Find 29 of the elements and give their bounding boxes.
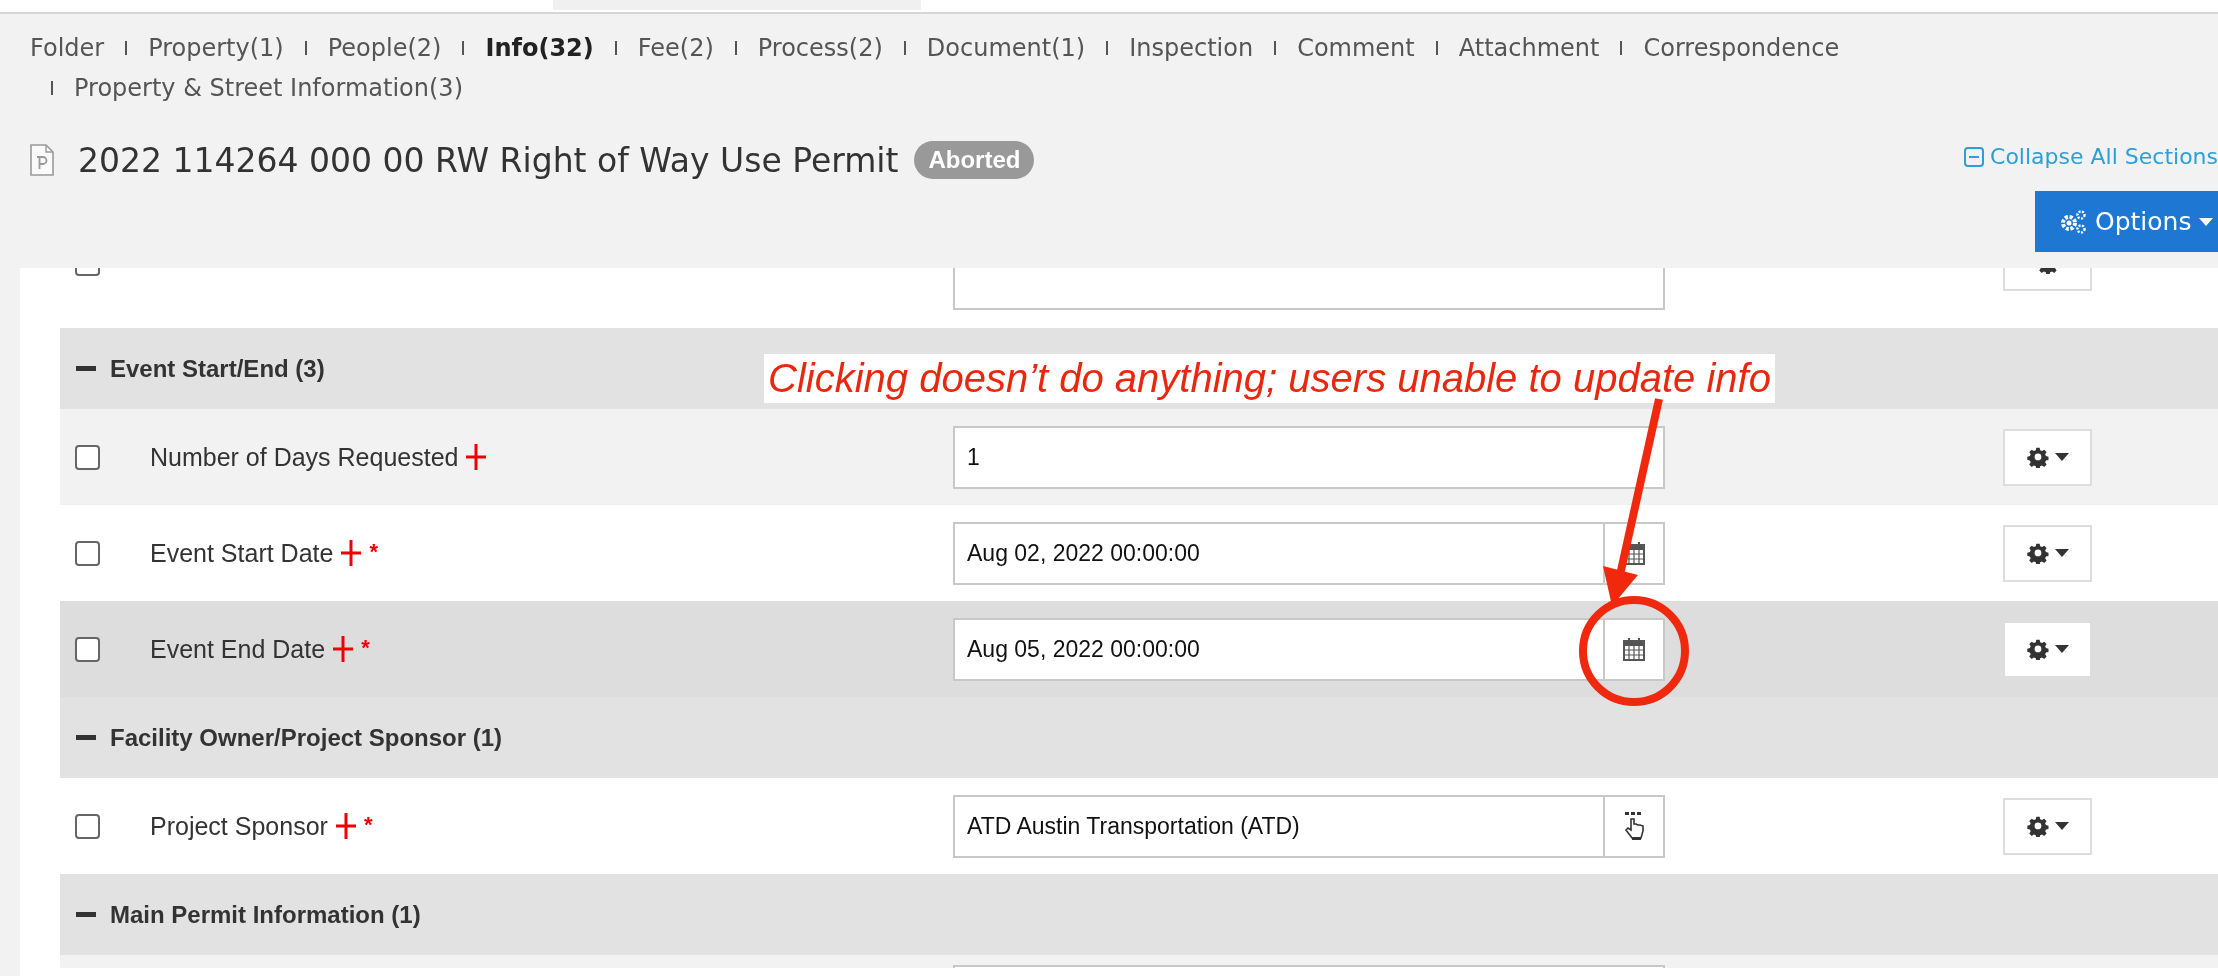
- tab[interactable]: Property & Street Information(3): [74, 72, 463, 104]
- text-input[interactable]: 1: [955, 427, 1663, 487]
- section-title: Facility Owner/Project Sponsor (1): [110, 723, 503, 752]
- field-label: Event End Date: [150, 634, 326, 664]
- tab[interactable]: Property(1): [148, 32, 284, 64]
- section-title: Event Start/End (3): [110, 354, 325, 383]
- required-asterisk: *: [361, 634, 370, 661]
- tab[interactable]: Folder: [30, 32, 105, 64]
- tab[interactable]: Info(32): [485, 32, 594, 64]
- tab[interactable]: Fee(2): [637, 32, 714, 64]
- status-badge: Aborted: [914, 141, 1035, 179]
- field-label: Project Sponsor: [150, 811, 328, 841]
- annotation-note: Clicking doesn’t do anything; users unable to update info: [764, 354, 1775, 403]
- tab[interactable]: People(2): [327, 32, 442, 64]
- tab[interactable]: Process(2): [757, 32, 883, 64]
- required-asterisk: *: [363, 811, 373, 838]
- tab[interactable]: Correspondence: [1643, 32, 1840, 64]
- section-title: Main Permit Information (1): [110, 900, 421, 929]
- field-label: Number of Days Requested: [150, 442, 459, 472]
- options-button[interactable]: Options: [2035, 191, 2218, 252]
- field-label: Event Start Date: [150, 538, 334, 568]
- tab[interactable]: Comment: [1297, 32, 1415, 64]
- tab[interactable]: Attachment: [1458, 32, 1600, 64]
- tab[interactable]: Inspection: [1129, 32, 1254, 64]
- tab[interactable]: Document(1): [926, 32, 1086, 64]
- required-asterisk: *: [369, 538, 378, 565]
- record-title: 2022 114264 000 00 RW Right of Way Use Permit: [78, 140, 899, 180]
- section-header[interactable]: Main Permit Information (1): [60, 874, 2218, 955]
- section-header[interactable]: Facility Owner/Project Sponsor (1): [60, 697, 2218, 778]
